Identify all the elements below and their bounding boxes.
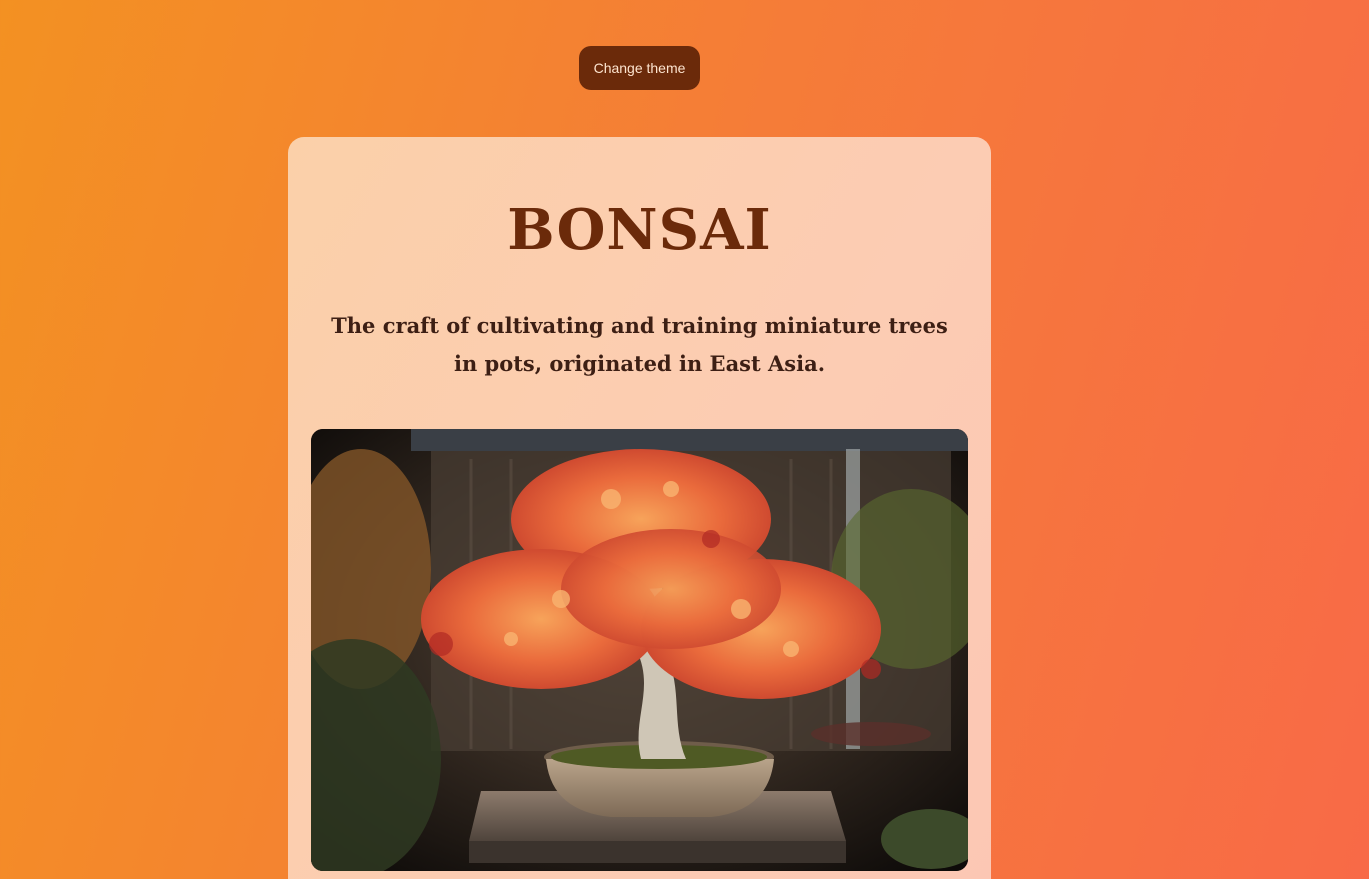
bonsai-illustration bbox=[311, 429, 968, 871]
bonsai-image bbox=[311, 429, 968, 871]
hero-card: BONSAI The craft of cultivating and trai… bbox=[288, 137, 991, 879]
page-title: BONSAI bbox=[507, 197, 772, 263]
page-subtitle: The craft of cultivating and training mi… bbox=[331, 313, 948, 376]
change-theme-button[interactable]: Change theme bbox=[579, 46, 700, 90]
